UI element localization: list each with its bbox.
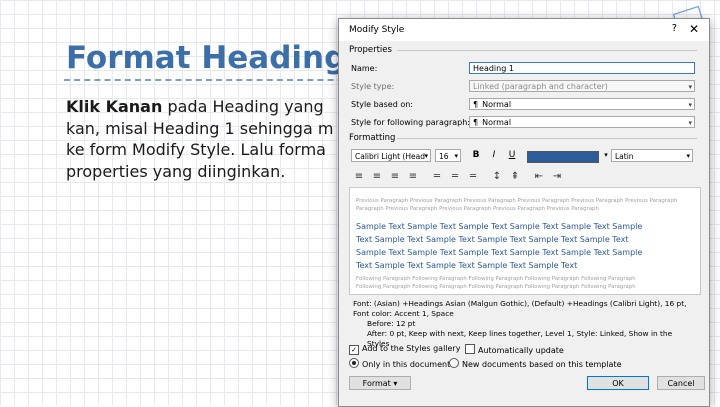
checkbox-empty-icon bbox=[465, 344, 475, 354]
preview-sample-line: Text Sample Text Sample Text Sample Text… bbox=[356, 261, 578, 270]
style-description: Font: (Asian) +Headings Asian (Malgun Go… bbox=[353, 299, 693, 349]
title-underline bbox=[64, 79, 364, 81]
close-icon[interactable]: ✕ bbox=[689, 22, 699, 36]
description-line: Font: (Asian) +Headings Asian (Malgun Go… bbox=[353, 299, 687, 308]
description-line: Before: 12 pt bbox=[367, 319, 416, 328]
following-value: Normal bbox=[482, 118, 512, 127]
radio-empty-icon bbox=[449, 358, 459, 368]
style-type-select[interactable]: Linked (paragraph and character) ▾ bbox=[469, 80, 695, 92]
double-spacing-icon[interactable]: ═ bbox=[465, 171, 481, 183]
style-based-on-label: Style based on: bbox=[351, 100, 413, 109]
properties-divider bbox=[397, 50, 697, 51]
one-half-spacing-icon[interactable]: ═ bbox=[447, 171, 463, 183]
italic-button[interactable]: I bbox=[487, 149, 501, 161]
name-input[interactable]: Heading 1 bbox=[469, 62, 695, 74]
preview-following-line: Following Paragraph Following Paragraph … bbox=[356, 276, 636, 282]
body-line-4: properties yang diinginkan. bbox=[66, 161, 286, 181]
preview-previous-line: Previous Paragraph Previous Paragraph Pr… bbox=[356, 198, 678, 204]
font-select[interactable]: Calibri Light (Head ▾ bbox=[351, 149, 431, 162]
bold-button[interactable]: B bbox=[469, 149, 483, 161]
only-this-document-radio[interactable]: Only in this document bbox=[349, 358, 450, 369]
properties-section-label: Properties bbox=[349, 45, 392, 55]
ok-button[interactable]: OK bbox=[587, 376, 649, 390]
modify-style-dialog: Modify Style ? ✕ Properties Name: Headin… bbox=[338, 18, 710, 407]
font-value: Calibri Light (Head bbox=[355, 152, 425, 161]
decrease-indent-icon[interactable]: ⇤ bbox=[531, 171, 547, 183]
chevron-down-icon: ▾ bbox=[688, 101, 692, 109]
style-preview-pane: Previous Paragraph Previous Paragraph Pr… bbox=[349, 187, 701, 295]
preview-sample-line: Sample Text Sample Text Sample Text Samp… bbox=[356, 248, 643, 257]
automatically-update-checkbox[interactable]: Automatically update bbox=[465, 344, 564, 355]
description-line: Font color: Accent 1, Space bbox=[353, 309, 454, 318]
chevron-down-icon: ▾ bbox=[686, 152, 690, 160]
new-docs-label: New documents based on this template bbox=[462, 360, 622, 369]
line-spacing-icon[interactable]: ↕ bbox=[489, 171, 505, 183]
chevron-down-icon: ▾ bbox=[454, 152, 458, 160]
body-line-3: ke form Modify Style. Lalu forma bbox=[66, 140, 326, 159]
preview-following-line: Following Paragraph Following Paragraph … bbox=[356, 284, 636, 290]
font-size-select[interactable]: 16 ▾ bbox=[435, 149, 461, 162]
radio-selected-icon bbox=[349, 358, 359, 368]
script-select[interactable]: Latin ▾ bbox=[611, 149, 693, 162]
new-documents-template-radio[interactable]: New documents based on this template bbox=[449, 358, 622, 369]
paragraph-mark-icon: ¶ bbox=[473, 100, 479, 109]
align-center-icon[interactable]: ≡ bbox=[369, 171, 385, 183]
name-value: Heading 1 bbox=[473, 64, 514, 73]
following-paragraph-label: Style for following paragraph: bbox=[351, 118, 470, 127]
preview-previous-line: Paragraph Previous Paragraph Previous Pa… bbox=[356, 206, 599, 212]
checkbox-checked-icon: ✓ bbox=[349, 345, 359, 355]
align-left-icon[interactable]: ≡ bbox=[351, 171, 367, 183]
only-doc-label: Only in this document bbox=[362, 360, 451, 369]
justify-icon[interactable]: ≡ bbox=[405, 171, 421, 183]
font-color-swatch[interactable] bbox=[527, 151, 599, 163]
following-paragraph-select[interactable]: ¶ Normal ▾ bbox=[469, 116, 695, 128]
body-bold-phrase: Klik Kanan bbox=[66, 97, 163, 116]
font-size-value: 16 bbox=[439, 152, 449, 161]
format-button[interactable]: Format ▾ bbox=[349, 376, 411, 390]
name-label: Name: bbox=[351, 64, 378, 73]
chevron-down-icon: ▾ bbox=[688, 83, 692, 91]
style-type-label: Style type: bbox=[351, 82, 395, 91]
based-on-value: Normal bbox=[482, 100, 512, 109]
single-spacing-icon[interactable]: ═ bbox=[429, 171, 445, 183]
formatting-section-label: Formatting bbox=[349, 133, 396, 143]
style-type-value: Linked (paragraph and character) bbox=[473, 82, 608, 91]
increase-indent-icon[interactable]: ⇥ bbox=[549, 171, 565, 183]
cancel-button[interactable]: Cancel bbox=[657, 376, 705, 390]
align-right-icon[interactable]: ≡ bbox=[387, 171, 403, 183]
script-value: Latin bbox=[615, 152, 634, 161]
chevron-down-icon: ▾ bbox=[688, 119, 692, 127]
add-to-styles-gallery-checkbox[interactable]: ✓ Add to the Styles gallery bbox=[349, 344, 460, 355]
body-line-1-rest: pada Heading yang bbox=[162, 97, 324, 116]
space-before-icon[interactable]: ⇞ bbox=[507, 171, 523, 183]
help-icon[interactable]: ? bbox=[672, 23, 677, 34]
preview-sample-line: Sample Text Sample Text Sample Text Samp… bbox=[356, 222, 643, 231]
body-line-1: Klik Kanan pada Heading yang bbox=[66, 96, 356, 118]
slide-body-text: Klik Kanan pada Heading yang kan, misal … bbox=[66, 96, 356, 182]
paragraph-mark-icon: ¶ bbox=[473, 118, 479, 127]
dialog-titlebar: Modify Style ? ✕ bbox=[339, 19, 709, 41]
body-line-2: kan, misal Heading 1 sehingga m bbox=[66, 118, 334, 138]
preview-sample-line: Text Sample Text Sample Text Sample Text… bbox=[356, 235, 629, 244]
chevron-down-icon: ▾ bbox=[424, 152, 428, 160]
add-gallery-label: Add to the Styles gallery bbox=[362, 344, 461, 353]
underline-button[interactable]: U bbox=[505, 149, 519, 161]
dialog-title: Modify Style bbox=[349, 25, 405, 35]
style-based-on-select[interactable]: ¶ Normal ▾ bbox=[469, 98, 695, 110]
formatting-divider bbox=[397, 138, 697, 139]
auto-update-label: Automatically update bbox=[478, 346, 564, 355]
